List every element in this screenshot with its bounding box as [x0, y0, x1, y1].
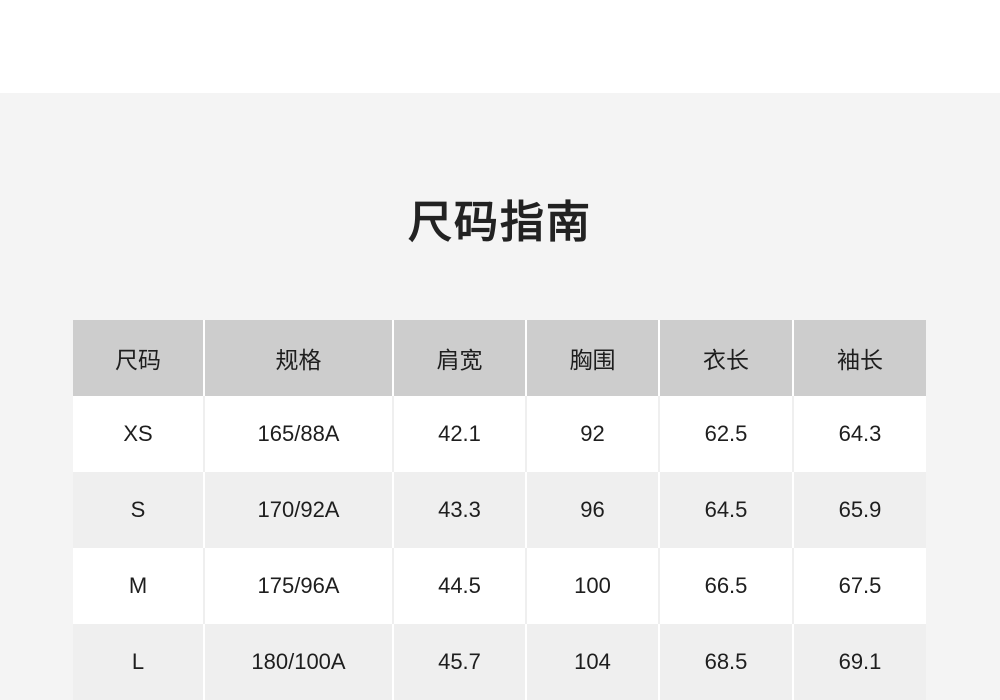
table-row: L 180/100A 45.7 104 68.5 69.1	[73, 624, 926, 700]
cell-sleeve: 65.9	[793, 472, 926, 548]
cell-shoulder: 42.1	[393, 396, 527, 472]
table-row: M 175/96A 44.5 100 66.5 67.5	[73, 548, 926, 624]
cell-length: 68.5	[659, 624, 794, 700]
header-chest: 胸围	[526, 320, 660, 396]
cell-sleeve: 64.3	[793, 396, 926, 472]
table-row: S 170/92A 43.3 96 64.5 65.9	[73, 472, 926, 548]
table-row: XS 165/88A 42.1 92 62.5 64.3	[73, 396, 926, 472]
cell-chest: 96	[526, 472, 660, 548]
cell-shoulder: 45.7	[393, 624, 527, 700]
size-table: 尺码 规格 肩宽 胸围 衣长 袖长 XS 165/88A 42.1 92 62.…	[73, 320, 926, 700]
cell-chest: 104	[526, 624, 660, 700]
cell-spec: 175/96A	[204, 548, 394, 624]
cell-length: 62.5	[659, 396, 794, 472]
cell-chest: 92	[526, 396, 660, 472]
top-strip	[0, 0, 1000, 93]
header-size: 尺码	[73, 320, 205, 396]
cell-sleeve: 67.5	[793, 548, 926, 624]
cell-length: 64.5	[659, 472, 794, 548]
cell-size: XS	[73, 396, 205, 472]
cell-spec: 180/100A	[204, 624, 394, 700]
header-length: 衣长	[659, 320, 794, 396]
cell-sleeve: 69.1	[793, 624, 926, 700]
cell-spec: 165/88A	[204, 396, 394, 472]
table-header-row: 尺码 规格 肩宽 胸围 衣长 袖长	[73, 320, 926, 396]
page-title: 尺码指南	[408, 197, 592, 248]
cell-size: L	[73, 624, 205, 700]
header-shoulder: 肩宽	[393, 320, 527, 396]
cell-size: S	[73, 472, 205, 548]
cell-length: 66.5	[659, 548, 794, 624]
cell-shoulder: 44.5	[393, 548, 527, 624]
header-spec: 规格	[204, 320, 394, 396]
header-sleeve: 袖长	[793, 320, 926, 396]
cell-shoulder: 43.3	[393, 472, 527, 548]
cell-chest: 100	[526, 548, 660, 624]
cell-spec: 170/92A	[204, 472, 394, 548]
cell-size: M	[73, 548, 205, 624]
